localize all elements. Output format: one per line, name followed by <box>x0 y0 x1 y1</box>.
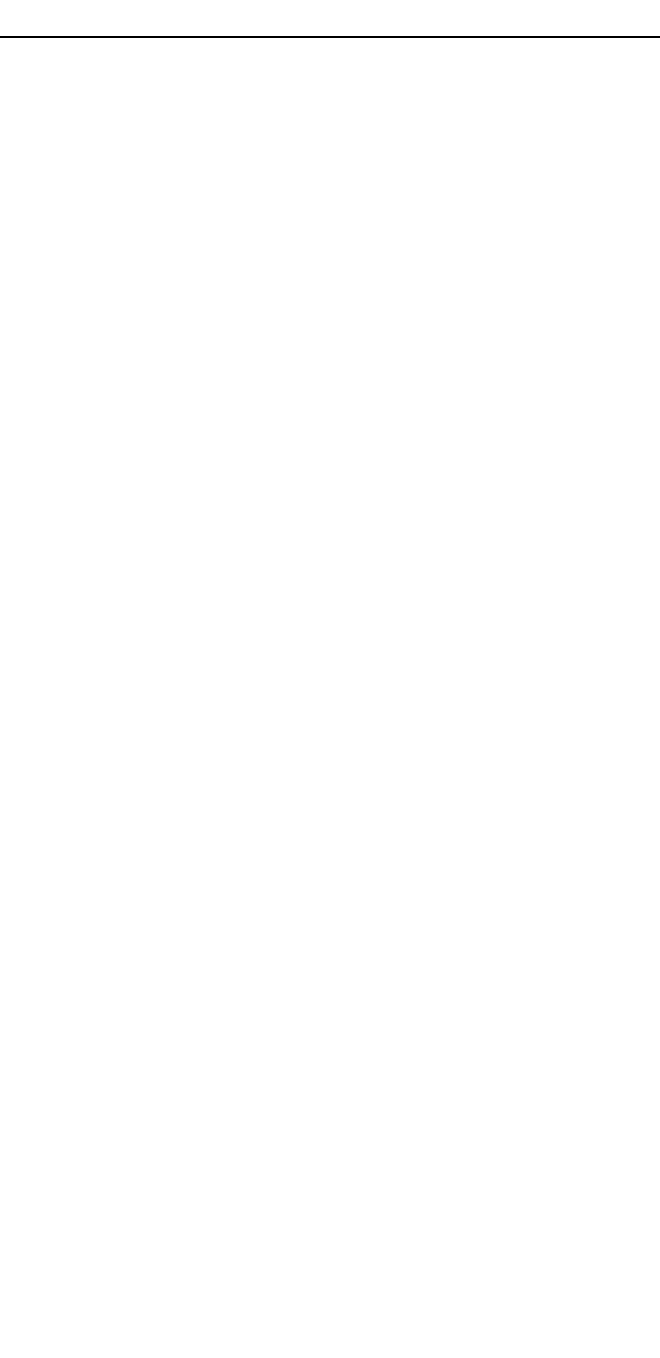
trace-list <box>0 36 660 38</box>
time-window-bar <box>0 20 660 35</box>
seismic-waveform-viewer <box>0 0 660 1358</box>
